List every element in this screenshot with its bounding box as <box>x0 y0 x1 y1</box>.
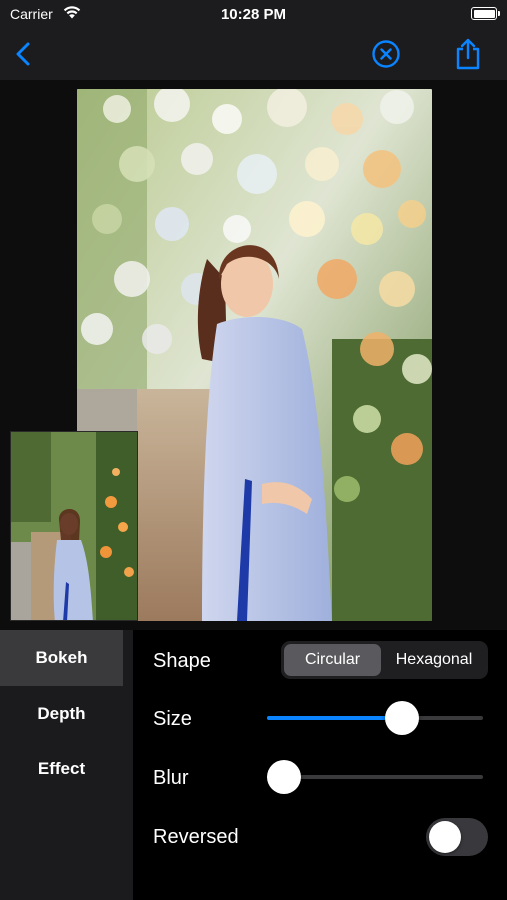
cancel-button[interactable] <box>368 36 404 72</box>
circle-x-icon <box>372 40 400 68</box>
size-slider-fill <box>267 716 403 720</box>
size-slider[interactable] <box>267 700 483 736</box>
blur-slider-knob[interactable] <box>267 760 301 794</box>
control-panel: Bokeh Depth Effect Shape Circular Hexago… <box>0 630 507 900</box>
status-bar: Carrier 10:28 PM <box>0 0 507 28</box>
image-canvas <box>0 80 507 630</box>
reversed-toggle-knob <box>429 821 461 853</box>
back-button[interactable] <box>6 36 42 72</box>
size-label: Size <box>153 708 192 730</box>
menu-item-effect[interactable]: Effect <box>0 741 123 797</box>
shape-option-hexagonal[interactable]: Hexagonal <box>383 644 485 676</box>
bokeh-settings: Shape Circular Hexagonal Size Blur Rever… <box>133 630 507 900</box>
nav-bar <box>0 28 507 80</box>
chevron-left-icon <box>16 42 30 66</box>
shape-segmented-control: Circular Hexagonal <box>281 641 488 679</box>
shape-label: Shape <box>153 650 211 672</box>
blur-label: Blur <box>153 767 189 789</box>
mode-menu: Bokeh Depth Effect <box>0 630 133 900</box>
status-time: 10:28 PM <box>220 6 287 23</box>
shape-option-circular[interactable]: Circular <box>284 644 381 676</box>
reversed-label: Reversed <box>153 826 239 848</box>
battery-icon <box>471 7 500 20</box>
blur-slider[interactable] <box>267 759 483 795</box>
share-icon <box>456 38 480 70</box>
menu-item-depth[interactable]: Depth <box>0 686 123 742</box>
original-photo-image <box>11 432 137 620</box>
menu-item-bokeh[interactable]: Bokeh <box>0 630 123 686</box>
share-button[interactable] <box>450 36 486 72</box>
original-photo-thumbnail[interactable] <box>10 431 138 621</box>
size-slider-knob[interactable] <box>385 701 420 735</box>
reversed-toggle[interactable] <box>426 818 488 856</box>
